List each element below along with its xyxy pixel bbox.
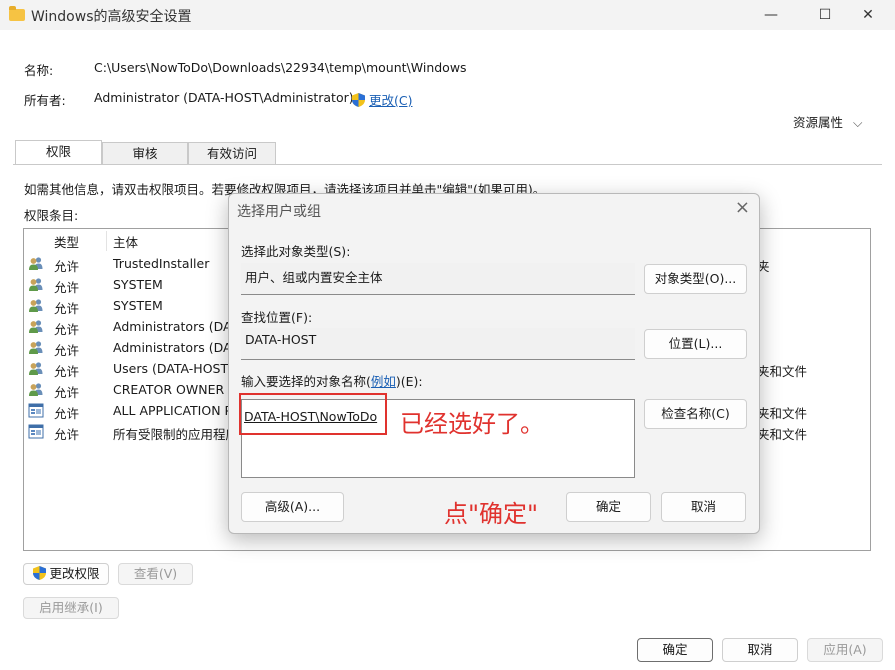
row-applies-to: 夹和文件	[757, 427, 808, 442]
row-type: 允许	[54, 385, 80, 400]
users-icon	[28, 256, 44, 271]
row-principal: ALL APPLICATION P	[113, 403, 233, 418]
view-button[interactable]: 查看(V)	[118, 563, 193, 585]
location-label: 查找位置(F):	[241, 310, 313, 325]
ok-button[interactable]: 确定	[637, 638, 713, 662]
users-icon	[28, 277, 44, 292]
close-button[interactable]: ✕	[853, 4, 883, 26]
row-principal: SYSTEM	[113, 277, 163, 292]
advanced-button[interactable]: 高级(A)...	[241, 492, 344, 522]
object-names-label-post: )(E):	[395, 374, 423, 389]
resource-properties-label: 资源属性	[793, 115, 844, 130]
window-title: Windows的高级安全设置	[31, 9, 192, 25]
dialog-cancel-button[interactable]: 取消	[661, 492, 746, 522]
row-type: 允许	[54, 259, 80, 274]
row-type: 允许	[54, 364, 80, 379]
users-icon	[28, 298, 44, 313]
row-principal: CREATOR OWNER	[113, 382, 225, 397]
app-package-icon	[28, 424, 44, 439]
uac-shield-icon	[352, 93, 365, 107]
tab-permissions[interactable]: 权限	[15, 140, 102, 164]
row-principal: Administrators (DAT	[113, 319, 239, 334]
owner-change-text[interactable]: 更改(C)	[369, 93, 412, 108]
row-principal: 所有受限制的应用程序	[113, 427, 239, 442]
row-principal: Administrators (DAT	[113, 340, 239, 355]
examples-link[interactable]: 例如	[371, 374, 396, 389]
enable-inheritance-button[interactable]: 启用继承(I)	[23, 597, 119, 619]
row-principal: SYSTEM	[113, 298, 163, 313]
dialog-title: 选择用户或组	[237, 204, 321, 220]
selected-annotation: 已经选好了。	[400, 410, 544, 438]
dialog-ok-button[interactable]: 确定	[566, 492, 651, 522]
row-type: 允许	[54, 322, 80, 337]
owner-label: 所有者:	[24, 93, 66, 108]
location-value: DATA-HOST	[245, 332, 317, 347]
click-ok-annotation: 点"确定"	[444, 500, 539, 528]
title-bar: Windows的高级安全设置 — ☐ ✕	[0, 0, 895, 30]
column-header-principal[interactable]: 主体	[113, 232, 138, 251]
entries-label: 权限条目:	[24, 208, 79, 223]
minimize-button[interactable]: —	[756, 4, 786, 26]
tab-divider	[13, 164, 882, 165]
location-field: DATA-HOST	[241, 328, 635, 360]
row-principal: Users (DATA-HOST\	[113, 361, 233, 376]
row-type: 允许	[54, 406, 80, 421]
close-icon[interactable]: ×	[735, 197, 750, 218]
row-type: 允许	[54, 427, 80, 442]
name-label: 名称:	[24, 63, 54, 78]
row-principal: TrustedInstaller	[113, 256, 210, 271]
row-type: 允许	[54, 280, 80, 295]
users-icon	[28, 340, 44, 355]
owner-value: Administrator (DATA-HOST\Administrator)	[94, 90, 354, 105]
row-applies-to: 夹和文件	[757, 406, 808, 421]
object-types-button[interactable]: 对象类型(O)...	[644, 264, 747, 294]
change-permissions-button[interactable]: 更改权限	[23, 563, 109, 585]
select-users-dialog: 选择用户或组 × 选择此对象类型(S): 用户、组或内置安全主体 对象类型(O)…	[228, 193, 760, 534]
check-names-button[interactable]: 检查名称(C)	[644, 399, 747, 429]
object-names-label-pre: 输入要选择的对象名称(	[241, 374, 371, 389]
tab-auditing[interactable]: 审核	[102, 142, 188, 164]
column-header-type[interactable]: 类型	[54, 232, 79, 251]
locations-button[interactable]: 位置(L)...	[644, 329, 747, 359]
chevron-down-icon: ⌵	[853, 115, 863, 130]
app-package-icon	[28, 403, 44, 418]
uac-shield-icon	[32, 566, 46, 580]
row-applies-to: 夹和文件	[757, 364, 808, 379]
users-icon	[28, 361, 44, 376]
object-names-label: 输入要选择的对象名称(例如)(E):	[241, 371, 423, 390]
object-type-value: 用户、组或内置安全主体	[245, 270, 383, 285]
row-type: 允许	[54, 343, 80, 358]
object-type-label: 选择此对象类型(S):	[241, 244, 351, 259]
change-permissions-label: 更改权限	[49, 566, 100, 581]
apply-button[interactable]: 应用(A)	[807, 638, 883, 662]
column-separator	[106, 231, 107, 251]
object-type-field: 用户、组或内置安全主体	[241, 263, 635, 295]
name-value: C:\Users\NowToDo\Downloads\22934\temp\mo…	[94, 60, 467, 75]
maximize-button[interactable]: ☐	[810, 4, 840, 26]
resource-properties-dropdown[interactable]: 资源属性 ⌵	[793, 112, 862, 131]
owner-change-link[interactable]: 更改(C)	[352, 90, 412, 109]
cancel-button[interactable]: 取消	[722, 638, 798, 662]
users-icon	[28, 382, 44, 397]
row-type: 允许	[54, 301, 80, 316]
folder-icon	[9, 6, 25, 21]
users-icon	[28, 319, 44, 334]
selection-highlight-box	[239, 393, 387, 435]
tab-effective-access[interactable]: 有效访问	[188, 142, 276, 164]
